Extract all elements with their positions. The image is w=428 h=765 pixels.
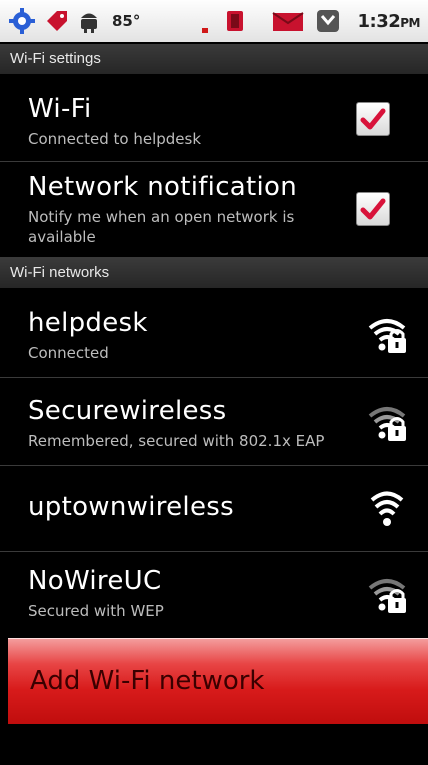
add-wifi-network-button[interactable]: Add Wi-Fi network <box>8 638 428 724</box>
network-notification-row[interactable]: Network notification Notify me when an o… <box>0 162 428 258</box>
network-item-helpdesk[interactable]: helpdesk Connected <box>0 290 428 378</box>
network-item-securewireless[interactable]: Securewireless Remembered, secured with … <box>0 378 428 466</box>
network-name: NoWireUC <box>28 566 162 596</box>
network-notification-subtitle-1: Notify me when an open network is <box>28 208 295 226</box>
network-notification-title: Network notification <box>28 172 298 202</box>
network-status: Remembered, secured with 802.1x EAP <box>28 432 325 450</box>
wifi-title: Wi-Fi <box>28 94 92 124</box>
network-status: Connected <box>28 344 109 362</box>
battery-icon <box>224 8 248 34</box>
wifi-icon <box>370 491 404 526</box>
wifi-subtitle: Connected to helpdesk <box>28 130 202 148</box>
wifi-lock-icon <box>368 579 406 613</box>
network-name: uptownwireless <box>28 492 234 522</box>
email-icon <box>271 9 305 33</box>
network-name: helpdesk <box>28 308 148 338</box>
checkmark-icon <box>360 198 386 220</box>
clock: 1:32PM <box>357 10 420 32</box>
signal-icon <box>200 8 210 34</box>
network-notification-subtitle-2: available <box>28 228 96 246</box>
network-item-uptownwireless[interactable]: uptownwireless <box>0 466 428 552</box>
network-item-nowireuc[interactable]: NoWireUC Secured with WEP <box>0 552 428 638</box>
add-wifi-network-label: Add Wi-Fi network <box>30 666 265 696</box>
checkmark-icon <box>360 108 386 130</box>
notification-tag-icon <box>44 8 70 34</box>
android-icon <box>78 9 100 33</box>
calendar-icon <box>315 8 341 34</box>
section-header-wifi-settings: Wi-Fi settings <box>0 44 428 74</box>
section-header-wifi-networks: Wi-Fi networks <box>0 258 428 288</box>
temperature-readout: 85° <box>112 12 141 30</box>
settings-gear-icon <box>8 7 36 35</box>
wifi-lock-icon <box>368 407 406 441</box>
status-bar: 85° 1:32PM <box>0 0 428 42</box>
wifi-lock-icon <box>368 319 406 353</box>
network-status: Secured with WEP <box>28 602 164 620</box>
wifi-toggle-row[interactable]: Wi-Fi Connected to helpdesk <box>0 76 428 162</box>
network-notification-checkbox[interactable] <box>356 192 390 226</box>
network-name: Securewireless <box>28 396 227 426</box>
wifi-checkbox[interactable] <box>356 102 390 136</box>
